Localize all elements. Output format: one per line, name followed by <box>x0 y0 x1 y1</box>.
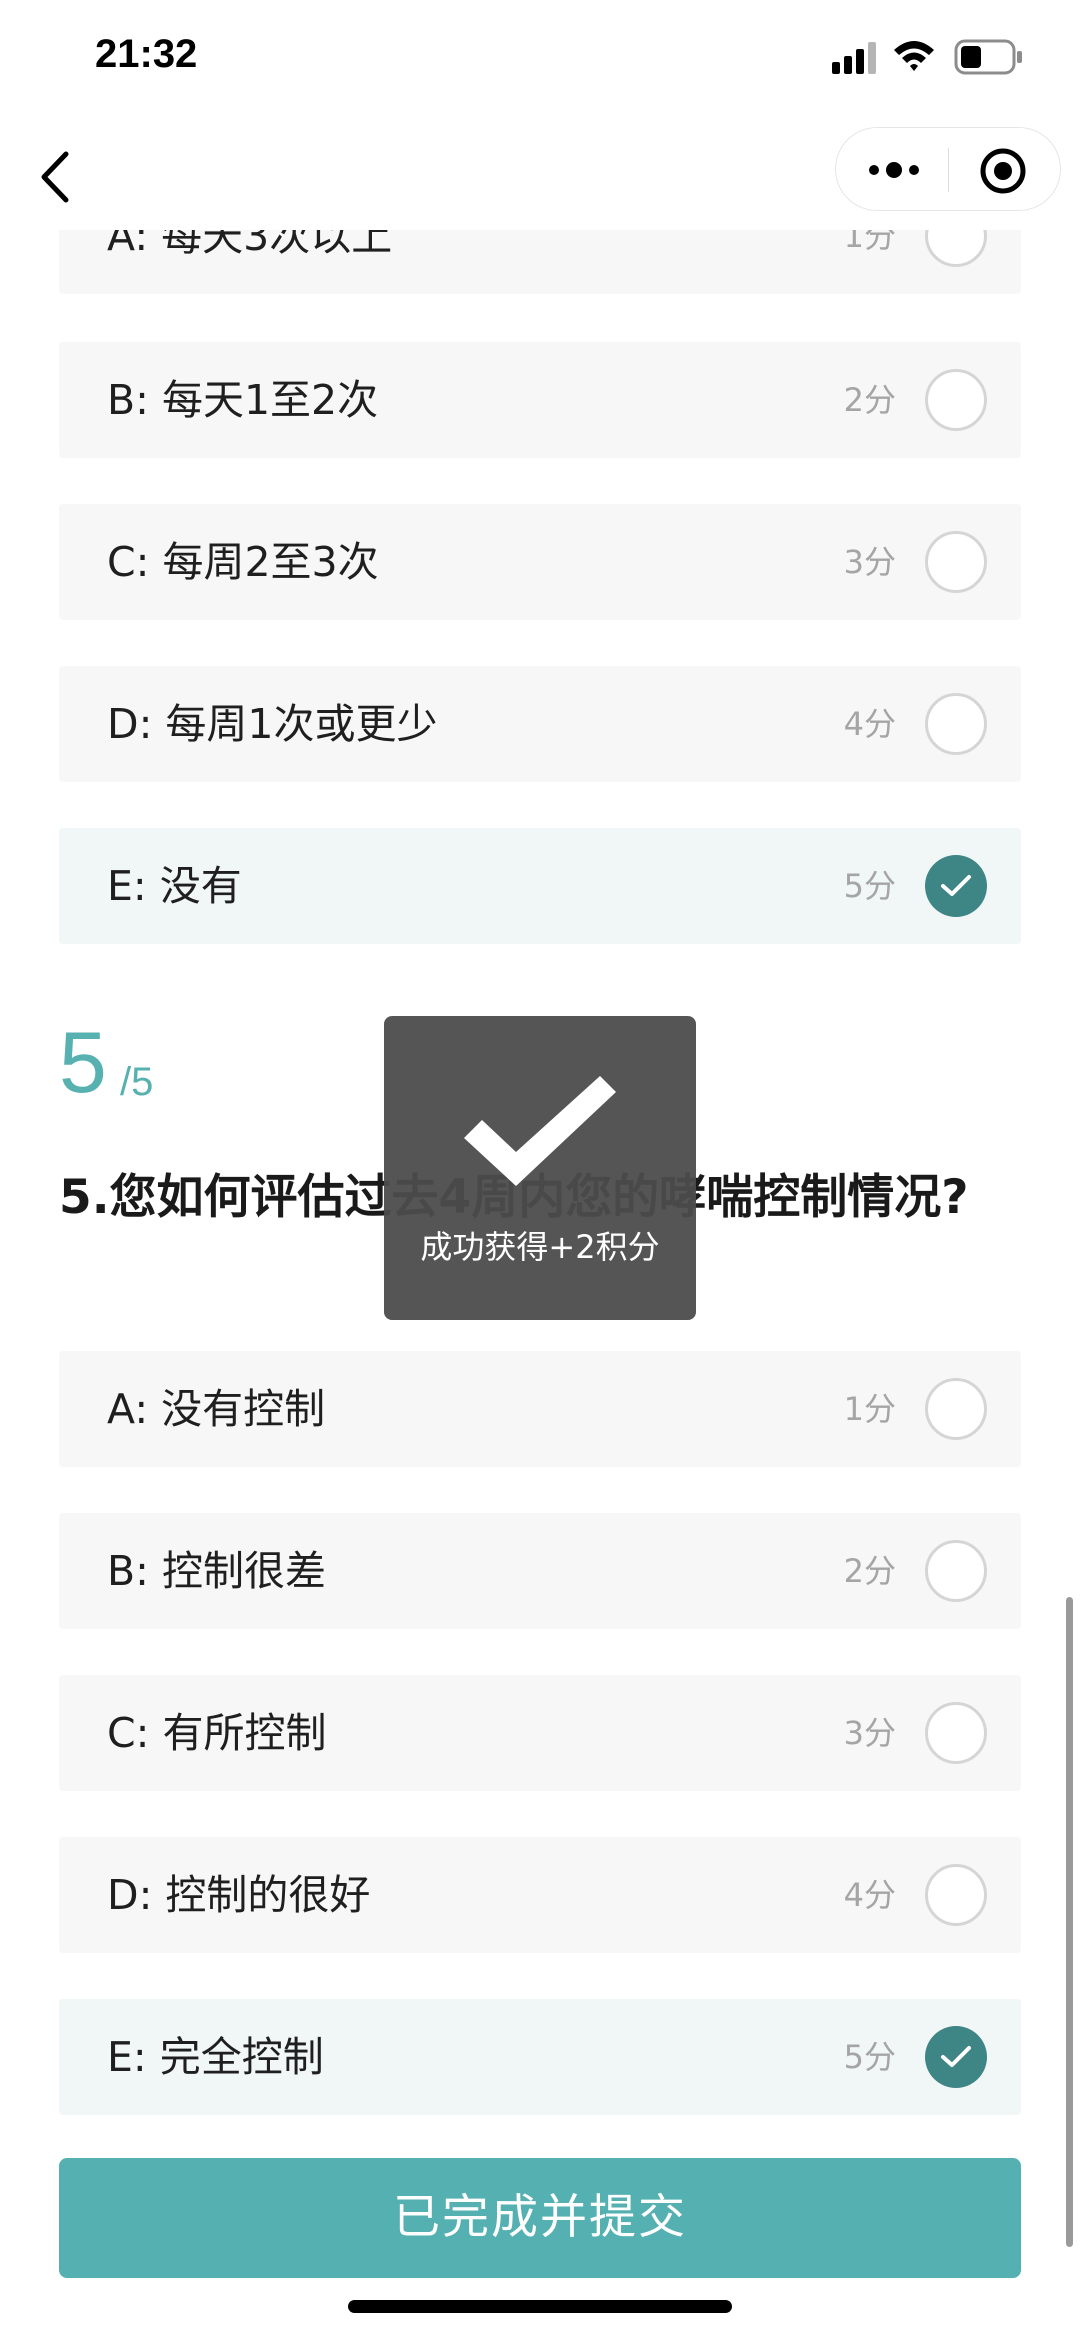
more-icon[interactable] <box>866 154 922 186</box>
submit-button[interactable]: 已完成并提交 <box>59 2158 1021 2278</box>
status-bar: 21:32 <box>0 0 1080 120</box>
mini-program-capsule <box>835 127 1061 211</box>
wifi-icon <box>894 41 934 71</box>
q5-option-c[interactable]: C: 有所控制 3分 <box>59 1675 1021 1791</box>
option-score: 4分 <box>843 1876 896 1914</box>
option-score: 4分 <box>843 705 896 743</box>
option-score: 3分 <box>843 543 896 581</box>
radio-unchecked-icon[interactable] <box>925 531 987 593</box>
battery-icon <box>954 39 1022 75</box>
radio-unchecked-icon[interactable] <box>925 693 987 755</box>
q5-option-e[interactable]: E: 完全控制 5分 <box>59 1999 1021 2115</box>
radio-unchecked-icon[interactable] <box>925 369 987 431</box>
option-score: 2分 <box>843 381 896 419</box>
q4-option-c[interactable]: C: 每周2至3次 3分 <box>59 504 1021 620</box>
option-label: B: 控制很差 <box>107 1547 326 1595</box>
option-label: E: 没有 <box>107 862 242 910</box>
radio-unchecked-icon[interactable] <box>925 1378 987 1440</box>
nav-bar <box>0 120 1080 230</box>
home-indicator[interactable] <box>348 2300 732 2313</box>
success-check-icon <box>464 1076 616 1186</box>
option-score: 3分 <box>843 1714 896 1752</box>
scrollbar[interactable] <box>1066 1597 1073 2247</box>
question-number: 5 <box>59 1015 107 1111</box>
option-label: A: 没有控制 <box>107 1385 326 1433</box>
option-score: 5分 <box>843 2038 896 2076</box>
option-score: 2分 <box>843 1552 896 1590</box>
option-label: B: 每天1至2次 <box>107 376 379 424</box>
question-total: /5 <box>120 1060 154 1104</box>
option-score: 5分 <box>843 867 896 905</box>
option-label: C: 每周2至3次 <box>107 538 379 586</box>
capsule-divider <box>948 148 949 192</box>
q4-option-b[interactable]: B: 每天1至2次 2分 <box>59 342 1021 458</box>
q4-option-e[interactable]: E: 没有 5分 <box>59 828 1021 944</box>
success-toast: 成功获得+2积分 <box>384 1016 696 1320</box>
q5-option-d[interactable]: D: 控制的很好 4分 <box>59 1837 1021 1953</box>
radio-unchecked-icon[interactable] <box>925 1864 987 1926</box>
back-arrow-icon[interactable] <box>30 142 90 212</box>
checkmark-icon <box>941 875 971 896</box>
q5-option-a[interactable]: A: 没有控制 1分 <box>59 1351 1021 1467</box>
checkmark-icon <box>941 2046 971 2067</box>
option-label: D: 每周1次或更少 <box>107 700 438 748</box>
cellular-signal-icon <box>832 42 876 74</box>
radio-unchecked-icon[interactable] <box>925 1540 987 1602</box>
option-label: C: 有所控制 <box>107 1709 327 1757</box>
q5-option-b[interactable]: B: 控制很差 2分 <box>59 1513 1021 1629</box>
option-label: E: 完全控制 <box>107 2033 324 2081</box>
close-target-icon[interactable] <box>978 146 1028 196</box>
radio-unchecked-icon[interactable] <box>925 1702 987 1764</box>
radio-checked-icon[interactable] <box>925 2026 987 2088</box>
status-time: 21:32 <box>95 32 198 76</box>
q4-option-d[interactable]: D: 每周1次或更少 4分 <box>59 666 1021 782</box>
option-score: 1分 <box>843 1390 896 1428</box>
option-label: D: 控制的很好 <box>107 1871 371 1919</box>
toast-message: 成功获得+2积分 <box>420 1228 660 1266</box>
radio-checked-icon[interactable] <box>925 855 987 917</box>
